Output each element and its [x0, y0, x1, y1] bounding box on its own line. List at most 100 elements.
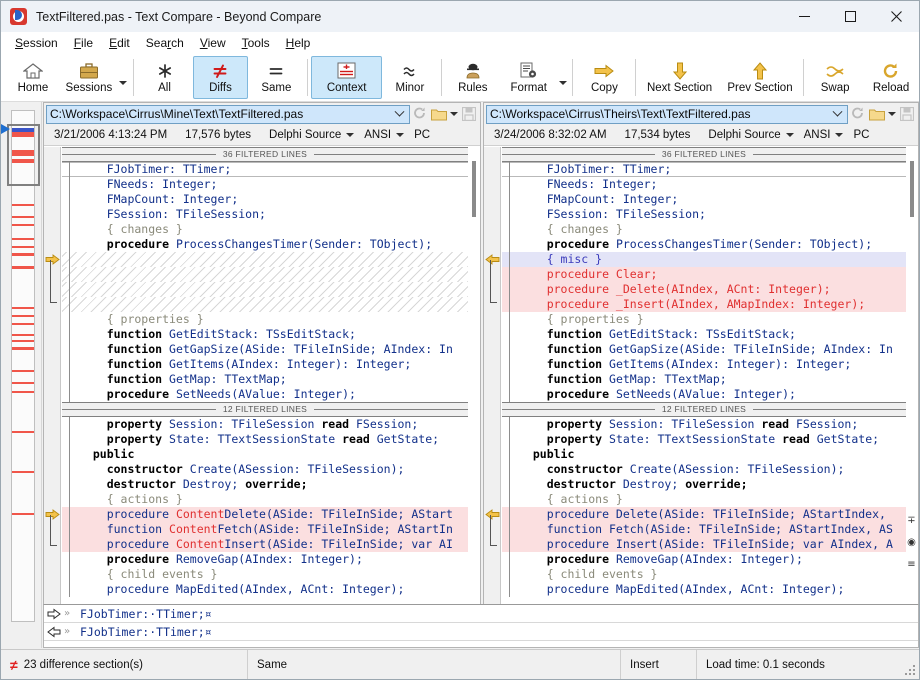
- toolbar-swap-button[interactable]: Swap: [807, 56, 863, 99]
- code-line[interactable]: FMapCount: Integer;: [62, 192, 468, 207]
- right-format[interactable]: Delphi Source: [708, 129, 780, 141]
- close-button[interactable]: [873, 1, 919, 32]
- toolbar-all-button[interactable]: All: [137, 56, 193, 99]
- toolbar-sessions-button[interactable]: Sessions: [61, 56, 117, 99]
- code-line[interactable]: FSession: TFileSession;: [502, 207, 906, 222]
- right-save-button[interactable]: [897, 105, 916, 124]
- menu-session[interactable]: Session: [7, 34, 66, 52]
- code-line[interactable]: function GetGapSize(ASide: TFileInSide; …: [62, 342, 468, 357]
- code-line[interactable]: { actions }: [62, 492, 468, 507]
- overview-difference-mark[interactable]: [12, 132, 34, 137]
- overview-difference-mark[interactable]: [12, 471, 34, 473]
- code-line[interactable]: function Fetch(ASide: TFileInSide; AStar…: [502, 522, 906, 537]
- menu-edit[interactable]: Edit: [101, 34, 138, 52]
- code-line[interactable]: public: [62, 447, 468, 462]
- code-line[interactable]: procedure Clear;: [502, 267, 906, 282]
- code-line[interactable]: { child events }: [62, 567, 468, 582]
- inline-diff-row-left[interactable]: » FJobTimer:·TTimer;¤: [44, 605, 918, 623]
- code-line[interactable]: function ContentFetch(ASide: TFileInSide…: [62, 522, 468, 537]
- toolbar-diffs-button[interactable]: Diffs: [193, 56, 249, 99]
- code-line[interactable]: { changes }: [62, 222, 468, 237]
- code-line[interactable]: { actions }: [502, 492, 906, 507]
- code-line[interactable]: FMapCount: Integer;: [502, 192, 906, 207]
- toolbar-same-button[interactable]: Same: [248, 56, 304, 99]
- left-platform[interactable]: PC: [414, 129, 430, 141]
- code-line[interactable]: function GetItems(AIndex: Integer): Inte…: [62, 357, 468, 372]
- overview-difference-mark[interactable]: [12, 347, 34, 350]
- toolbar-rules-button[interactable]: Rules: [445, 56, 501, 99]
- code-line[interactable]: { misc }: [502, 252, 906, 267]
- right-platform[interactable]: PC: [853, 129, 869, 141]
- code-line[interactable]: procedure ContentInsert(ASide: TFileInSi…: [62, 537, 468, 552]
- inline-difference-panel[interactable]: » FJobTimer:·TTimer;¤ » FJobTimer:·TTime…: [43, 604, 919, 648]
- overview-difference-mark[interactable]: [12, 238, 34, 240]
- difference-overview-strip[interactable]: [1, 102, 42, 648]
- left-arrow-icon[interactable]: [44, 626, 64, 638]
- right-encoding[interactable]: ANSI: [804, 129, 831, 141]
- chevron-down-icon[interactable]: [346, 133, 354, 137]
- overview-difference-mark[interactable]: [12, 391, 34, 393]
- menu-view[interactable]: View: [192, 34, 234, 52]
- right-path-dropdown-icon[interactable]: [830, 111, 845, 118]
- right-browse-dropdown-caret[interactable]: [886, 105, 897, 124]
- overview-difference-mark[interactable]: [12, 370, 34, 372]
- overview-difference-mark[interactable]: [12, 224, 34, 226]
- code-line[interactable]: public: [502, 447, 906, 462]
- minimize-button[interactable]: [781, 1, 827, 32]
- code-line[interactable]: FNeeds: Integer;: [62, 177, 468, 192]
- code-line[interactable]: constructor Create(ASession: TFileSessio…: [62, 462, 468, 477]
- scroll-to-next-diff-icon[interactable]: ∓: [906, 515, 917, 526]
- scroll-to-prev-diff-icon[interactable]: ≡: [906, 559, 917, 570]
- code-line[interactable]: procedure MapEdited(AIndex, ACnt: Intege…: [502, 582, 906, 597]
- code-line[interactable]: procedure ProcessChangesTimer(Sender: TO…: [62, 237, 468, 252]
- code-line[interactable]: { properties }: [502, 312, 906, 327]
- code-line[interactable]: constructor Create(ASession: TFileSessio…: [502, 462, 906, 477]
- code-line[interactable]: function GetEditStack: TSsEditStack;: [502, 327, 906, 342]
- left-encoding[interactable]: ANSI: [364, 129, 391, 141]
- code-line[interactable]: { changes }: [502, 222, 906, 237]
- right-arrow-icon[interactable]: [44, 608, 64, 620]
- code-line[interactable]: [62, 297, 468, 312]
- right-path-text[interactable]: C:\Workspace\Cirrus\Theirs\Text\TextFilt…: [490, 107, 830, 121]
- overview-difference-mark[interactable]: [12, 253, 34, 256]
- left-save-button[interactable]: [459, 105, 478, 124]
- overview-difference-mark[interactable]: [12, 204, 34, 206]
- overview-difference-mark[interactable]: [12, 307, 34, 309]
- format-dropdown-caret[interactable]: [557, 54, 570, 101]
- maximize-button[interactable]: [827, 1, 873, 32]
- toolbar-context-button[interactable]: Context: [311, 56, 382, 99]
- right-vertical-scrollbar[interactable]: ∓ ◉ ≡: [906, 147, 918, 628]
- right-code-text[interactable]: +36 FILTERED LINES FJobTimer: TTimer; FN…: [502, 147, 906, 628]
- overview-difference-mark[interactable]: [12, 382, 34, 384]
- menu-help[interactable]: Help: [278, 34, 319, 52]
- filtered-lines-separator[interactable]: +36 FILTERED LINES: [502, 147, 906, 162]
- overview-difference-mark[interactable]: [12, 513, 34, 515]
- scroll-center-icon[interactable]: ◉: [906, 537, 917, 548]
- code-line[interactable]: procedure _Delete(AIndex, ACnt: Integer)…: [502, 282, 906, 297]
- overview-difference-mark[interactable]: [12, 266, 34, 269]
- left-browse-dropdown-caret[interactable]: [448, 105, 459, 124]
- chevron-down-icon[interactable]: [786, 133, 794, 137]
- overview-difference-mark[interactable]: [12, 216, 34, 218]
- left-browse-folder-button[interactable]: [429, 105, 448, 124]
- toolbar-reload-button[interactable]: Reload: [863, 56, 919, 99]
- overview-difference-mark[interactable]: [12, 334, 34, 336]
- code-line[interactable]: procedure Delete(ASide: TFileInSide; ASt…: [502, 507, 906, 522]
- code-line[interactable]: FJobTimer: TTimer;: [62, 162, 468, 177]
- overview-track[interactable]: [11, 110, 35, 622]
- left-code-text[interactable]: +36 FILTERED LINES FJobTimer: TTimer; FN…: [62, 147, 468, 628]
- right-path-combobox[interactable]: C:\Workspace\Cirrus\Theirs\Text\TextFilt…: [486, 105, 848, 124]
- code-line[interactable]: procedure ProcessChangesTimer(Sender: TO…: [502, 237, 906, 252]
- code-line[interactable]: procedure RemoveGap(AIndex: Integer);: [62, 552, 468, 567]
- menu-tools[interactable]: Tools: [234, 34, 278, 52]
- left-path-combobox[interactable]: C:\Workspace\Cirrus\Mine\Text\TextFilter…: [46, 105, 410, 124]
- code-line[interactable]: FJobTimer: TTimer;: [502, 162, 906, 177]
- chevron-down-icon[interactable]: [835, 133, 843, 137]
- left-path-dropdown-icon[interactable]: [392, 111, 407, 118]
- code-line[interactable]: property Session: TFileSession read FSes…: [502, 417, 906, 432]
- code-line[interactable]: function GetMap: TTextMap;: [62, 372, 468, 387]
- toolbar-minor-button[interactable]: Minor: [382, 56, 438, 99]
- code-line[interactable]: function GetItems(AIndex: Integer): Inte…: [502, 357, 906, 372]
- overview-difference-mark[interactable]: [12, 315, 34, 317]
- filtered-lines-separator[interactable]: +12 FILTERED LINES: [502, 402, 906, 417]
